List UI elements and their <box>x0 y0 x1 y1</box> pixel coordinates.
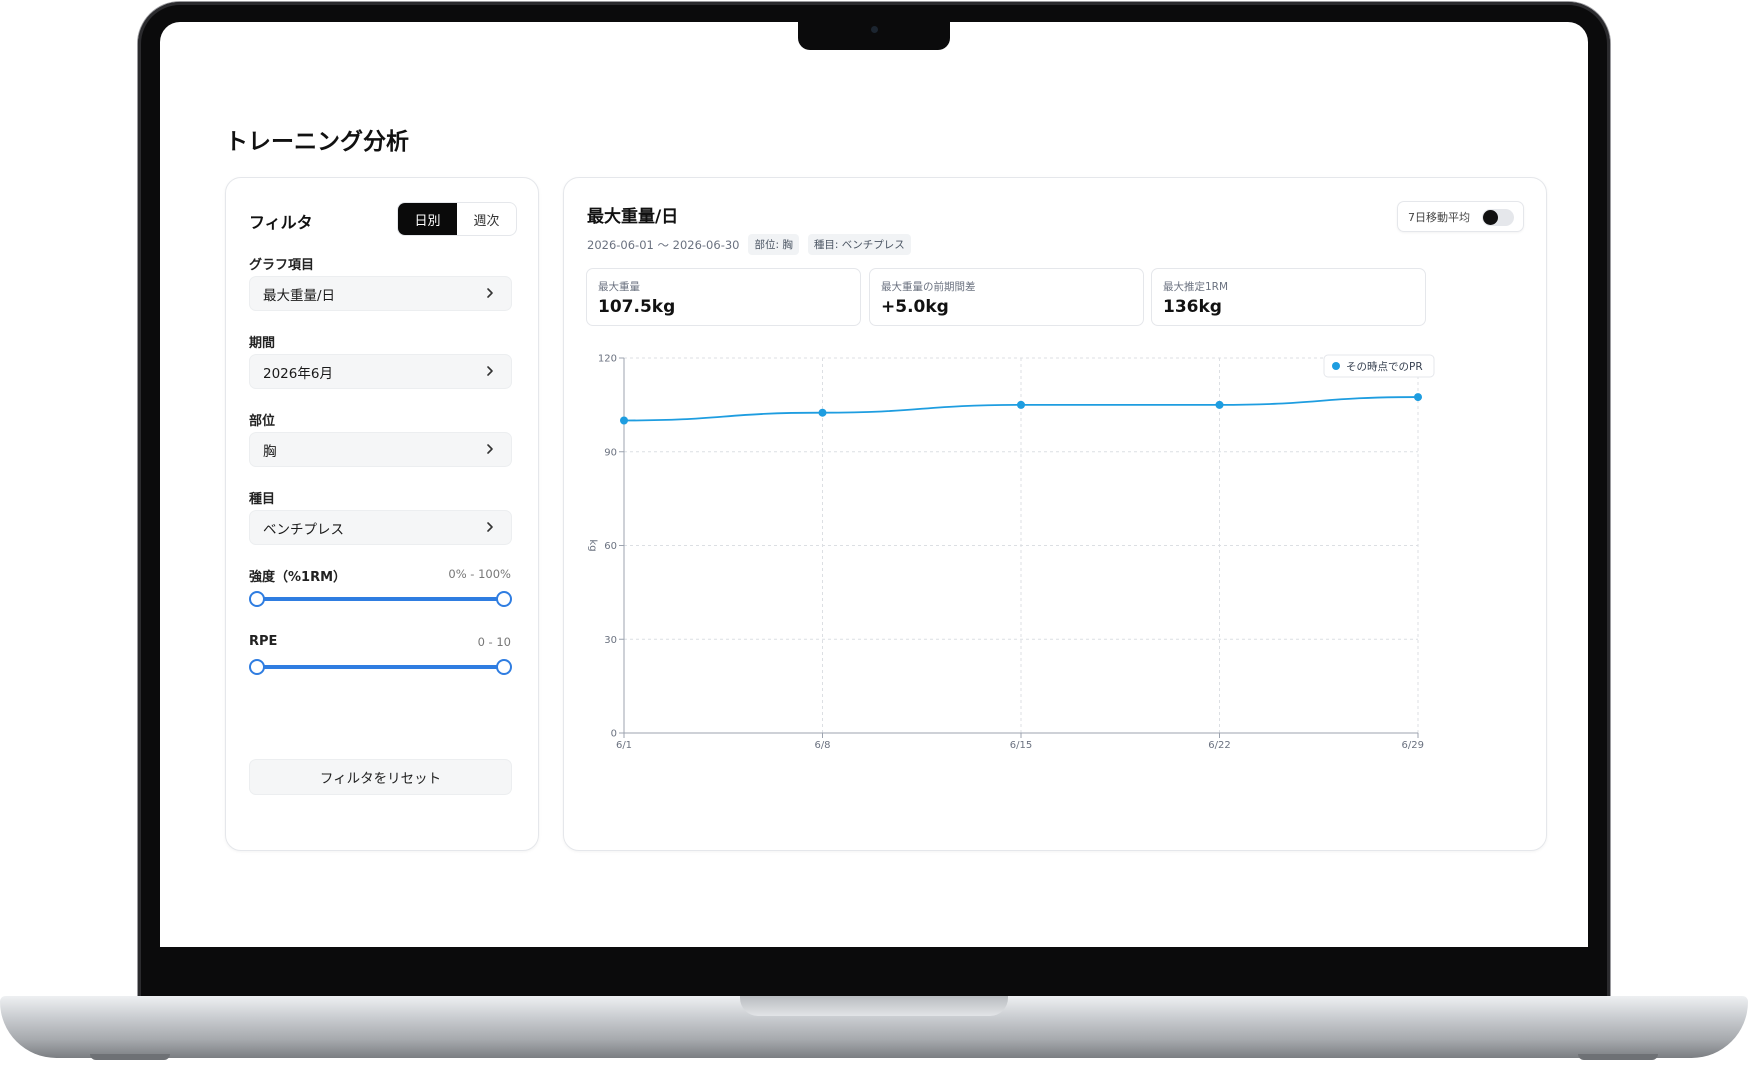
y-tick-label: 30 <box>604 635 617 646</box>
laptop-opening-notch <box>740 996 1008 1016</box>
view-mode-daily-button[interactable]: 日別 <box>398 203 457 235</box>
legend-label: その時点でのPR <box>1346 361 1423 373</box>
graph-item-value: 最大重量/日 <box>263 287 336 304</box>
graph-item-select[interactable]: 最大重量/日 <box>249 276 512 311</box>
body-part-tag: 部位: 胸 <box>748 234 799 255</box>
rpe-range-value: 0 - 10 <box>477 635 511 649</box>
slider-track <box>257 597 504 601</box>
stat-value: 107.5kg <box>598 297 676 317</box>
x-tick-label: 6/15 <box>1010 740 1032 751</box>
switch-knob <box>1483 210 1498 225</box>
view-mode-toggle: 日別 週次 <box>397 202 517 236</box>
stat-label: 最大重量の前期間差 <box>881 281 976 293</box>
filter-panel: フィルタ 日別 週次 グラフ項目 最大重量/日 期間 2026年6月 部位 胸 … <box>225 177 539 851</box>
moving-average-label: 7日移動平均 <box>1408 210 1470 224</box>
view-mode-weekly-button[interactable]: 週次 <box>457 203 516 235</box>
rpe-min-handle[interactable] <box>249 659 265 675</box>
period-label: 期間 <box>249 336 276 351</box>
stat-value: +5.0kg <box>881 297 949 317</box>
rpe-slider[interactable] <box>249 658 512 676</box>
slider-track <box>257 665 504 669</box>
screen: トレーニング分析 フィルタ 日別 週次 グラフ項目 最大重量/日 期間 2026… <box>160 22 1588 947</box>
reset-filter-button[interactable]: フィルタをリセット <box>249 759 512 795</box>
laptop-foot <box>1578 1054 1658 1060</box>
stat-label: 最大重量 <box>598 281 640 293</box>
data-point <box>620 416 628 425</box>
chevron-right-icon <box>487 366 493 376</box>
period-select[interactable]: 2026年6月 <box>249 354 512 389</box>
graph-item-label: グラフ項目 <box>249 258 315 273</box>
chart-meta: 2026-06-01 〜 2026-06-30 部位: 胸 種目: ベンチプレス <box>587 234 911 255</box>
y-axis-label: kg <box>587 539 598 551</box>
chevron-right-icon <box>487 288 493 298</box>
exercise-value: ベンチプレス <box>263 521 344 538</box>
camera-icon <box>871 26 878 33</box>
chart-title: 最大重量/日 <box>587 207 679 227</box>
stat-max-1rm: 最大推定1RM 136kg <box>1151 268 1426 326</box>
stat-max-weight: 最大重量 107.5kg <box>586 268 861 326</box>
exercise-select[interactable]: ベンチプレス <box>249 510 512 545</box>
intensity-label: 強度（%1RM） <box>249 570 347 585</box>
filter-title: フィルタ <box>249 213 313 232</box>
line-chart: 0 30 60 90 120 6/1 6/8 6/15 6/22 6/29 kg その時点でのPR <box>587 354 1435 751</box>
moving-average-toggle[interactable]: 7日移動平均 <box>1397 201 1524 232</box>
legend-marker <box>1332 362 1340 370</box>
x-tick-label: 6/29 <box>1402 740 1424 751</box>
intensity-max-handle[interactable] <box>496 591 512 607</box>
period-value: 2026年6月 <box>263 365 333 382</box>
exercise-tag: 種目: ベンチプレス <box>807 234 911 255</box>
chart-panel: 最大重量/日 2026-06-01 〜 2026-06-30 部位: 胸 種目:… <box>563 177 1547 851</box>
data-point <box>818 408 827 417</box>
y-tick-label: 60 <box>604 541 617 552</box>
data-point <box>1414 393 1422 402</box>
body-part-select[interactable]: 胸 <box>249 432 512 467</box>
exercise-label: 種目 <box>249 492 276 507</box>
chevron-right-icon <box>487 522 493 532</box>
data-point <box>1017 400 1025 409</box>
intensity-min-handle[interactable] <box>249 591 265 607</box>
stat-value: 136kg <box>1163 297 1222 317</box>
rpe-max-handle[interactable] <box>496 659 512 675</box>
x-tick-label: 6/22 <box>1208 740 1230 751</box>
moving-average-switch[interactable] <box>1482 209 1514 226</box>
stat-max-weight-diff: 最大重量の前期間差 +5.0kg <box>869 268 1144 326</box>
date-range: 2026-06-01 〜 2026-06-30 <box>587 237 740 252</box>
y-tick-label: 0 <box>611 729 617 740</box>
intensity-slider[interactable] <box>249 590 512 608</box>
data-point <box>1215 400 1224 409</box>
intensity-range-value: 0% - 100% <box>448 567 511 581</box>
x-tick-label: 6/1 <box>616 740 632 751</box>
body-part-label: 部位 <box>249 414 276 429</box>
rpe-label: RPE <box>249 634 278 649</box>
x-tick-label: 6/8 <box>814 740 830 751</box>
stat-label: 最大推定1RM <box>1163 281 1229 293</box>
y-tick-label: 120 <box>598 354 617 365</box>
chevron-right-icon <box>487 444 493 454</box>
laptop-foot <box>90 1054 170 1060</box>
page-title: トレーニング分析 <box>225 129 409 155</box>
y-tick-label: 90 <box>604 447 617 458</box>
body-part-value: 胸 <box>263 443 277 460</box>
filter-header: フィルタ 日別 週次 <box>249 202 517 236</box>
